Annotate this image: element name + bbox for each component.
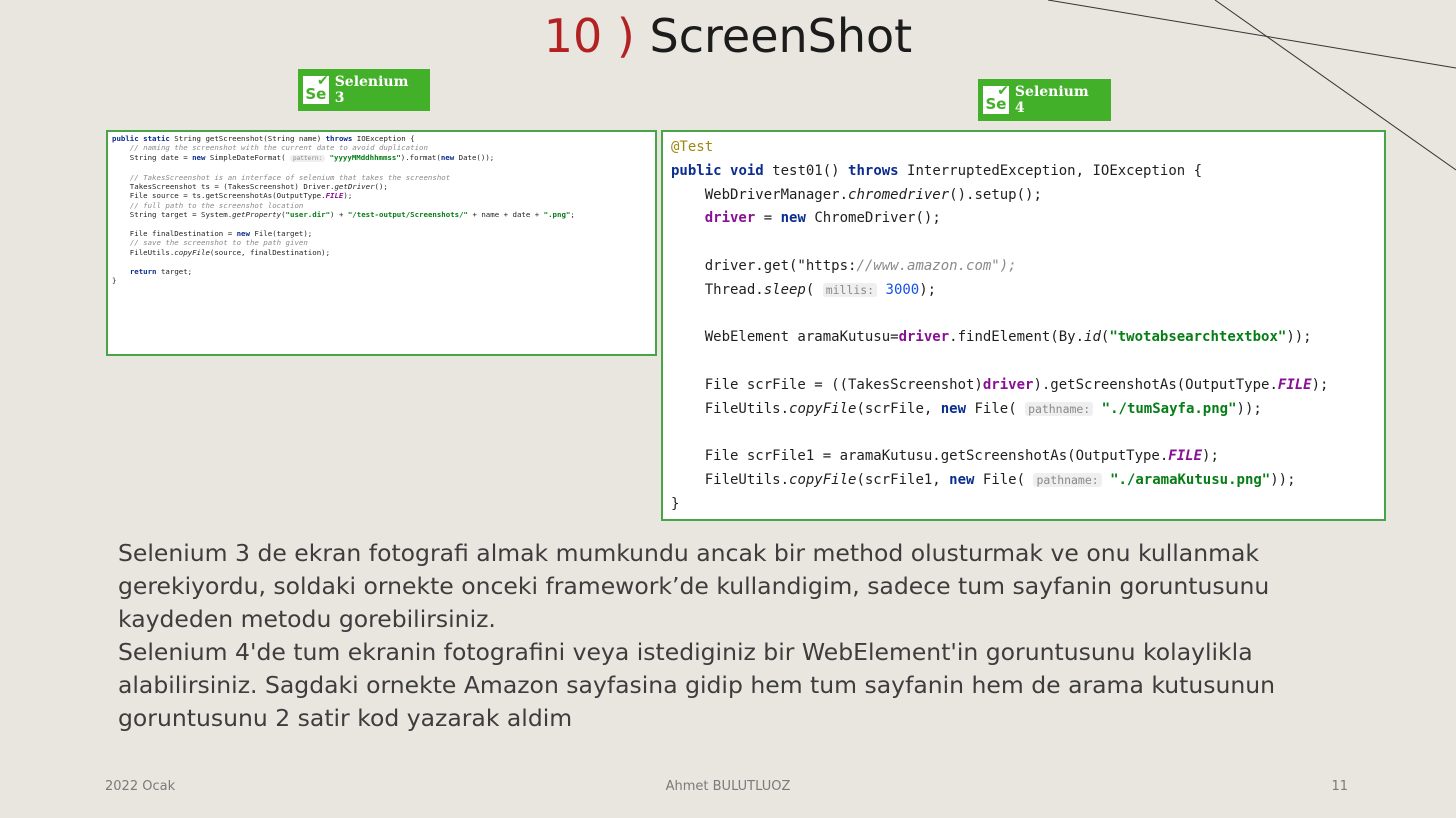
code-line-selenium-3: File finalDestination = new File(target)… bbox=[112, 229, 313, 239]
code-line-selenium-4 bbox=[671, 303, 1384, 327]
selenium-3-label: Selenium 3 bbox=[334, 74, 409, 106]
code-line-selenium-4: @Test bbox=[671, 139, 714, 155]
code-line-selenium-4: } bbox=[671, 495, 680, 512]
code-line-selenium-3: File source = ts.getScreenshotAs(OutputT… bbox=[112, 191, 353, 201]
code-line-selenium-3: } bbox=[112, 276, 117, 286]
code-line-selenium-3 bbox=[112, 163, 655, 172]
code-line-selenium-3 bbox=[112, 220, 655, 229]
code-line-selenium-3: TakesScreenshot ts = (TakesScreenshot) D… bbox=[112, 182, 388, 192]
code-line-selenium-4: WebDriverManager.chromedriver().setup(); bbox=[671, 186, 1042, 203]
description-paragraph-2: Selenium 4'de tum ekranin fotografini ve… bbox=[118, 638, 1276, 732]
selenium-4-code-block: @Test public void test01() throws Interru… bbox=[661, 130, 1386, 521]
code-line-selenium-3: String date = new SimpleDateFormat( patt… bbox=[112, 152, 495, 162]
code-line-selenium-4: FileUtils.copyFile(scrFile, new File( pa… bbox=[671, 400, 1262, 417]
title-number: 10 ) bbox=[543, 9, 635, 63]
code-line-selenium-3: // TakesScreenshot is an interface of se… bbox=[129, 172, 451, 182]
code-line-selenium-3: String target = System.getProperty("user… bbox=[112, 210, 575, 220]
description-paragraph-1: Selenium 3 de ekran fotografi almak mumk… bbox=[118, 539, 1270, 633]
code-line-selenium-3: // save the screenshot to the path given bbox=[129, 238, 308, 248]
code-line-selenium-4: driver = new ChromeDriver(); bbox=[704, 210, 941, 227]
code-line-selenium-4: Thread.sleep( millis: 3000); bbox=[671, 281, 937, 298]
slide-title: 10 ) ScreenShot bbox=[0, 6, 1456, 66]
footer-page-number: 11 bbox=[1331, 779, 1348, 794]
code-line-selenium-4: FileUtils.copyFile(scrFile1, new File( p… bbox=[671, 472, 1296, 489]
code-line-selenium-4 bbox=[671, 350, 1384, 374]
code-line-selenium-3: public static String getScreenshot(Strin… bbox=[112, 134, 415, 143]
selenium-logo-icon: ✔ Se bbox=[303, 73, 329, 104]
code-line-selenium-4: WebElement aramaKutusu=driver.findElemen… bbox=[671, 329, 1312, 346]
code-line-selenium-3: FileUtils.copyFile(source, finalDestinat… bbox=[112, 247, 331, 257]
title-text: ScreenShot bbox=[649, 9, 913, 63]
code-line-selenium-4: File scrFile = ((TakesScreenshot)driver)… bbox=[671, 376, 1329, 393]
code-line-selenium-3: // naming the screenshot with the curren… bbox=[129, 143, 428, 153]
code-line-selenium-4 bbox=[671, 231, 1384, 255]
code-line-selenium-3 bbox=[112, 257, 655, 266]
selenium-3-code-block: public static String getScreenshot(Strin… bbox=[106, 130, 657, 356]
selenium-logo-icon: ✔ Se bbox=[983, 83, 1009, 114]
slide-description: Selenium 3 de ekran fotografi almak mumk… bbox=[118, 537, 1358, 735]
code-line-selenium-3: return target; bbox=[129, 266, 193, 276]
selenium-4-label: Selenium 4 bbox=[1014, 84, 1089, 116]
footer-author: Ahmet BULUTLUOZ bbox=[665, 779, 791, 794]
code-line-selenium-4: driver.get("https://www.amazon.com"); bbox=[671, 257, 1017, 274]
code-line-selenium-4: File scrFile1 = aramaKutusu.getScreensho… bbox=[671, 448, 1219, 465]
selenium-4-badge: ✔ Se Selenium 4 bbox=[978, 79, 1111, 121]
code-line-selenium-3: // full path to the screenshot location bbox=[129, 200, 304, 210]
code-line-selenium-4 bbox=[671, 422, 1384, 446]
selenium-3-badge: ✔ Se Selenium 3 bbox=[298, 69, 430, 111]
code-line-selenium-4: public void test01() throws InterruptedE… bbox=[671, 162, 1203, 179]
